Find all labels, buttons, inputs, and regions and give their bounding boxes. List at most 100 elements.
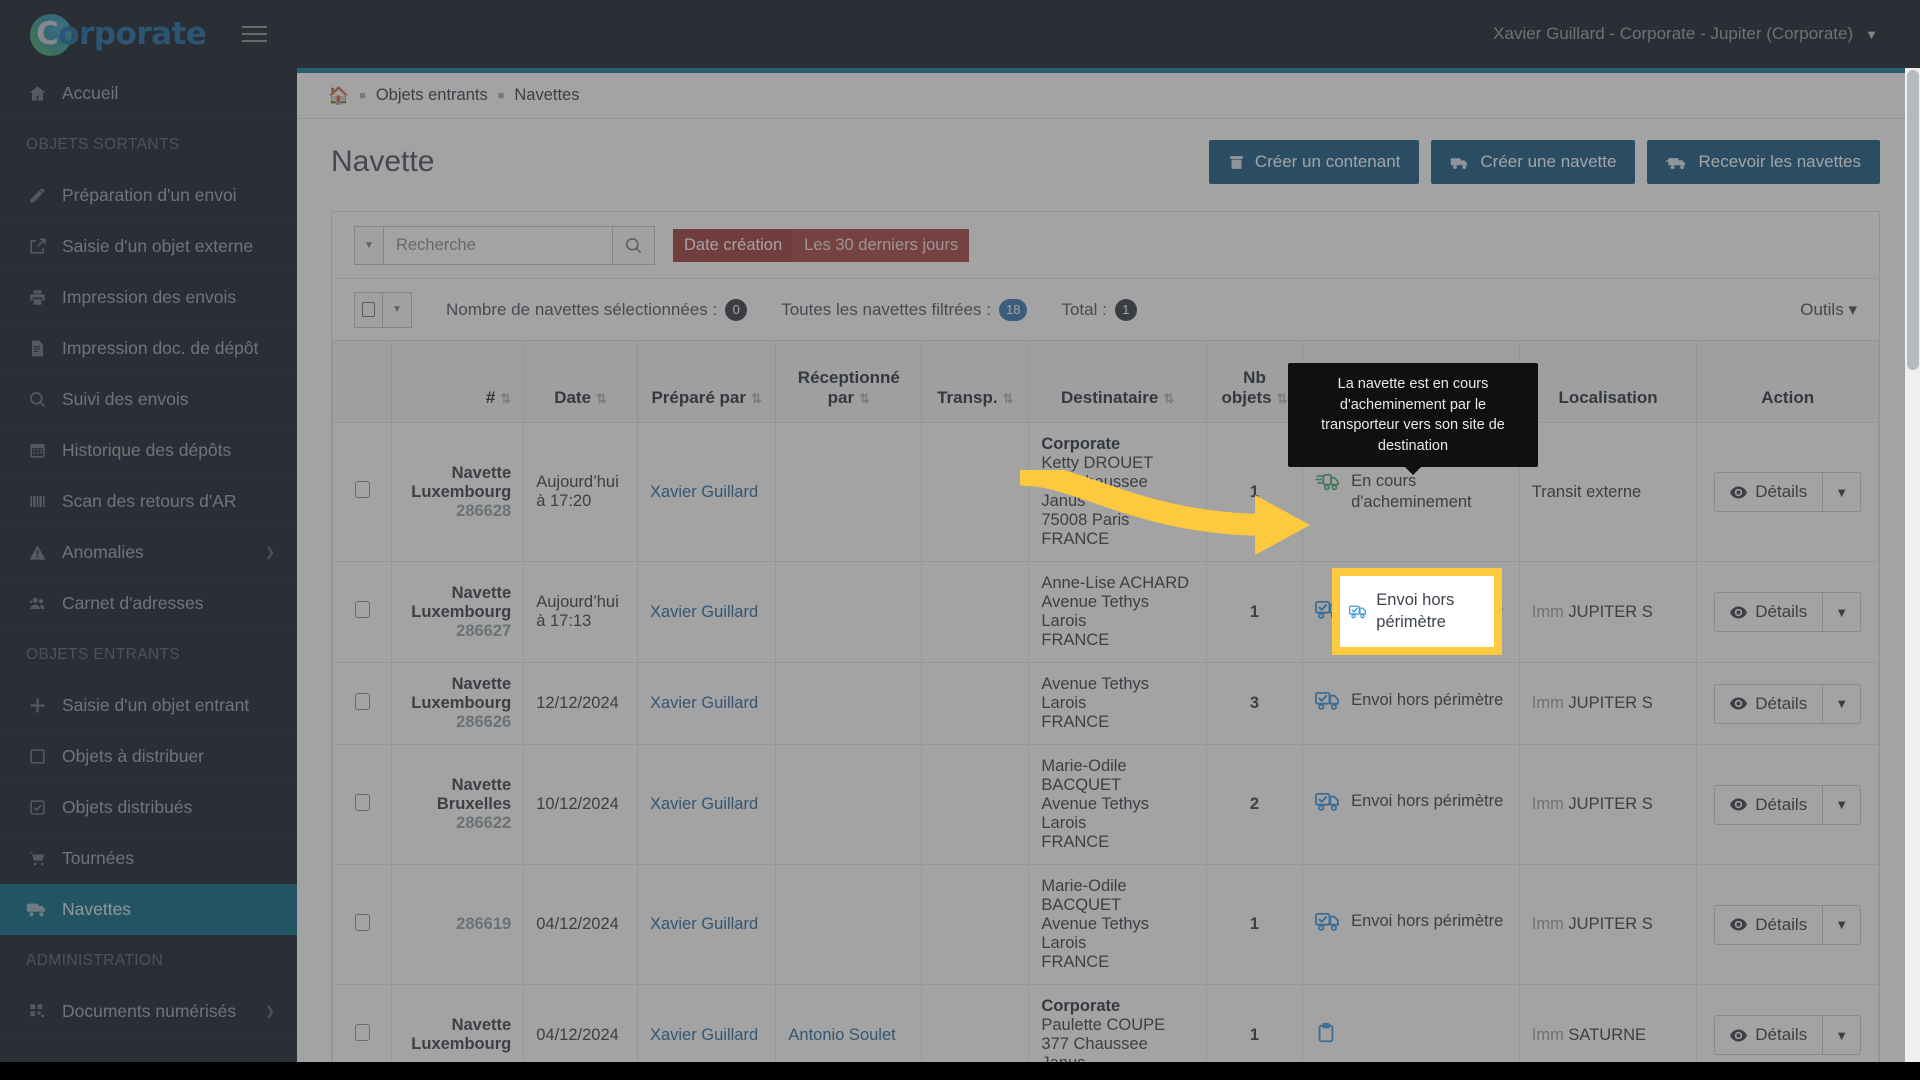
table-header-recep[interactable]: Réceptionné par⇅ [776, 341, 922, 423]
row-checkbox[interactable] [355, 914, 370, 931]
row-checkbox[interactable] [355, 481, 370, 498]
sort-icon[interactable]: ⇅ [500, 391, 511, 406]
sort-icon[interactable]: ⇅ [596, 391, 607, 406]
sidebar-item-tourn-es[interactable]: Tournées [0, 833, 297, 884]
home-icon[interactable]: 🏠 [328, 86, 349, 106]
table-row[interactable]: Navette Luxembourg28662612/12/2024Xavier… [333, 663, 1879, 745]
sidebar-item-saisie-d-un-objet-externe[interactable]: Saisie d'un objet externe [0, 221, 297, 272]
localisation-cell: Imm JUPITER S [1519, 865, 1697, 985]
details-button[interactable]: Détails [1715, 906, 1822, 944]
search-button[interactable] [613, 226, 655, 265]
active-filter-tag[interactable]: Date création Les 30 derniers jours [673, 229, 969, 262]
details-button-group[interactable]: Détails▼ [1714, 592, 1861, 632]
details-dropdown-toggle[interactable]: ▼ [1822, 786, 1860, 824]
details-dropdown-toggle[interactable]: ▼ [1822, 685, 1860, 723]
details-dropdown-toggle[interactable]: ▼ [1822, 1016, 1860, 1054]
details-button-group[interactable]: Détails ▼ [1714, 1015, 1861, 1055]
destinataire-line: FRANCE [1041, 953, 1194, 972]
table-header-prep[interactable]: Préparé par⇅ [637, 341, 775, 423]
sidebar-item-label: Tournées [62, 848, 134, 869]
search-input[interactable] [383, 226, 613, 265]
sort-icon[interactable]: ⇅ [1163, 391, 1174, 406]
sidebar-item-anomalies[interactable]: Anomalies❯ [0, 527, 297, 578]
sidebar-item-navettes[interactable]: Navettes [0, 884, 297, 935]
create-shuttle-button[interactable]: Créer une navette [1431, 140, 1635, 184]
select-all-dropdown[interactable]: ▼ [383, 292, 412, 328]
row-checkbox[interactable] [355, 601, 370, 618]
table-header-dest[interactable]: Destinataire⇅ [1029, 341, 1207, 423]
details-button-group[interactable]: Détails ▼ [1714, 785, 1861, 825]
row-checkbox[interactable] [355, 693, 370, 710]
prepared-by-link[interactable]: Xavier Guillard [650, 483, 758, 501]
table-header-transp[interactable]: Transp. ⇅ [922, 341, 1029, 423]
sort-icon[interactable]: ⇅ [859, 391, 870, 406]
page-scrollbar[interactable] [1905, 68, 1920, 1080]
sidebar-item-carnet-d-adresses[interactable]: Carnet d'adresses [0, 578, 297, 629]
details-dropdown-toggle[interactable]: ▼ [1822, 473, 1860, 511]
sidebar-item-historique-des-d-p-ts[interactable]: Historique des dépôts [0, 425, 297, 476]
details-label: Détails [1755, 795, 1807, 815]
prepared-by-cell: Xavier Guillard [637, 562, 775, 663]
row-checkbox-cell[interactable] [333, 562, 392, 663]
table-header-label: Transp. [937, 388, 997, 407]
details-button-group[interactable]: Détails▼ [1714, 684, 1861, 724]
table-row[interactable]: 28661904/12/2024Xavier GuillardMarie-Odi… [333, 865, 1879, 985]
sidebar-item-suivi-des-envois[interactable]: Suivi des envois [0, 374, 297, 425]
details-label: Détails [1755, 1025, 1807, 1045]
details-button[interactable]: Détails [1715, 786, 1822, 824]
breadcrumb-item-objets-entrants[interactable]: Objets entrants [376, 86, 488, 105]
prepared-by-link[interactable]: Xavier Guillard [650, 1026, 758, 1044]
sidebar-item-objets-distribu-s[interactable]: Objets distribués [0, 782, 297, 833]
details-button-group[interactable]: Détails▼ [1714, 905, 1861, 945]
sidebar-item-saisie-d-un-objet-entrant[interactable]: Saisie d'un objet entrant [0, 680, 297, 731]
details-button-group[interactable]: Détails▼ [1714, 472, 1861, 512]
table-header-date[interactable]: Date⇅ [524, 341, 638, 423]
sidebar-item-scan-des-retours-d-ar[interactable]: Scan des retours d'AR [0, 476, 297, 527]
prepared-by-link[interactable]: Xavier Guillard [650, 915, 758, 933]
details-button[interactable]: Détails [1715, 1016, 1822, 1054]
sidebar-item-impression-doc-de-d-p-t[interactable]: Impression doc. de dépôt [0, 323, 297, 374]
search-scope-dropdown[interactable]: ▼ [354, 226, 383, 265]
table-header-num[interactable]: #⇅ [392, 341, 524, 423]
sidebar-item-impression-des-envois[interactable]: Impression des envois [0, 272, 297, 323]
prepared-by-link[interactable]: Xavier Guillard [650, 795, 758, 813]
prepared-by-link[interactable]: Xavier Guillard [650, 694, 758, 712]
filter-row: ▼ Date création Les 30 derniers jours [332, 212, 1879, 278]
truck-icon [1450, 154, 1470, 171]
sort-icon[interactable]: ⇅ [1003, 391, 1014, 406]
details-dropdown-toggle[interactable]: ▼ [1822, 593, 1860, 631]
row-checkbox[interactable] [355, 794, 370, 811]
localisation-value: SATURNE [1568, 1026, 1646, 1044]
hamburger-icon[interactable] [236, 20, 273, 48]
received-by-link[interactable]: Antonio Soulet [788, 1026, 895, 1044]
row-checkbox-cell[interactable] [333, 745, 392, 865]
select-all-checkbox[interactable] [354, 292, 383, 328]
table-row[interactable]: Navette Bruxelles28662210/12/2024Xavier … [333, 745, 1879, 865]
breadcrumb-item-navettes[interactable]: Navettes [514, 86, 579, 105]
sidebar-item-documents-num-ris-s[interactable]: Documents numérisés❯ [0, 986, 297, 1037]
sort-icon[interactable]: ⇅ [751, 391, 762, 406]
eye-icon [1730, 918, 1747, 931]
row-checkbox-cell[interactable] [333, 663, 392, 745]
prepared-by-link[interactable]: Xavier Guillard [650, 603, 758, 621]
row-checkbox-cell[interactable] [333, 423, 392, 562]
sort-icon[interactable]: ⇅ [1277, 391, 1288, 406]
sidebar-item-objets-distribuer[interactable]: Objets à distribuer [0, 731, 297, 782]
row-checkbox-cell[interactable] [333, 865, 392, 985]
details-button[interactable]: Détails [1715, 685, 1822, 723]
user-menu[interactable]: Xavier Guillard - Corporate - Jupiter (C… [1493, 24, 1878, 44]
sidebar-item-pr-paration-d-un-envoi[interactable]: Préparation d'un envoi [0, 170, 297, 221]
sidebar-item-accueil[interactable]: Accueil [0, 68, 297, 119]
details-dropdown-toggle[interactable]: ▼ [1822, 906, 1860, 944]
details-button[interactable]: Détails [1715, 473, 1822, 511]
scrollbar-thumb[interactable] [1907, 70, 1919, 370]
receive-shuttles-button[interactable]: Recevoir les navettes [1647, 140, 1880, 184]
row-checkbox[interactable] [355, 1024, 370, 1041]
create-container-button[interactable]: Créer un contenant [1209, 140, 1420, 184]
destinataire-line: Larois [1041, 814, 1194, 833]
tools-dropdown[interactable]: Outils ▾ [1800, 300, 1857, 320]
app-logo[interactable]: Corporate [22, 12, 222, 56]
logo-letter-c: C [36, 16, 58, 52]
details-button[interactable]: Détails [1715, 593, 1822, 631]
highlight-callout-inner[interactable]: Envoi hors périmètre [1340, 576, 1494, 647]
